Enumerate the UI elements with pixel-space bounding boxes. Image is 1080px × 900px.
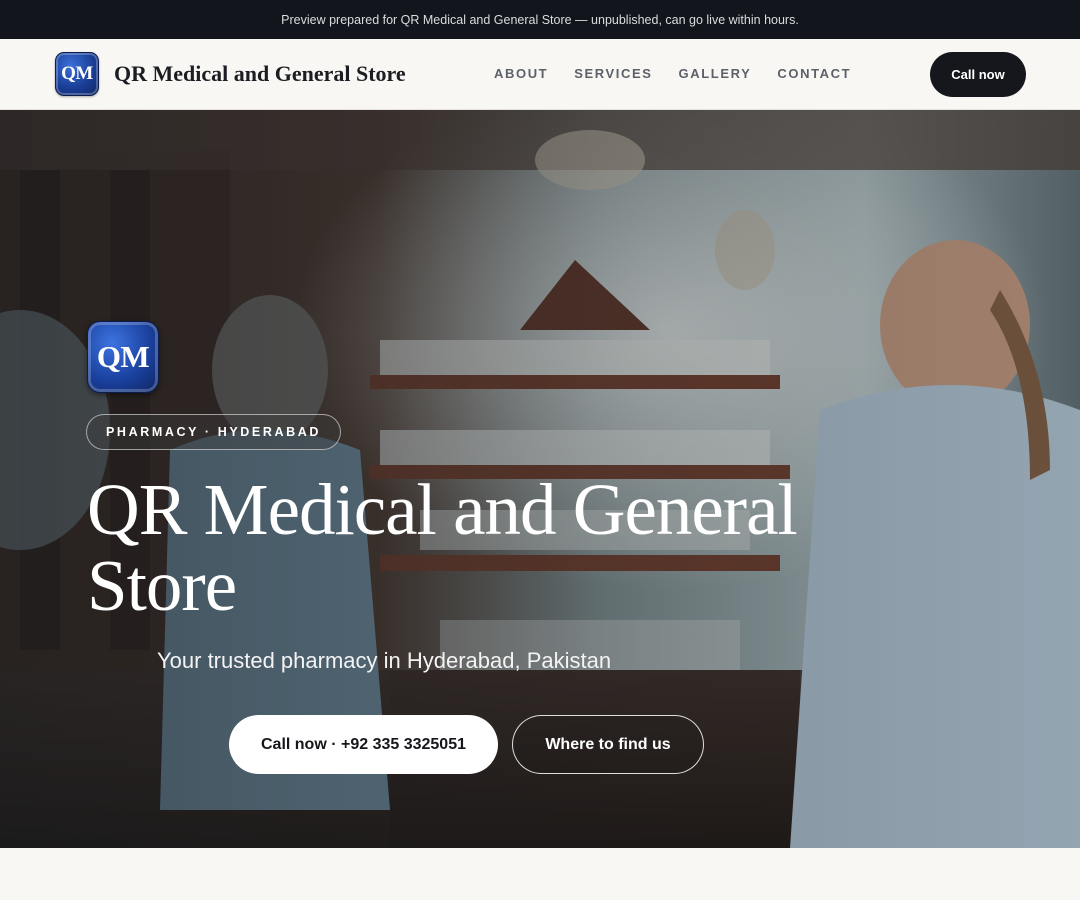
site-header: QM QR Medical and General Store ABOUT SE… [0,39,1080,110]
hero-subtitle: Your trusted pharmacy in Hyderabad, Paki… [157,648,612,673]
below-hero-section [0,848,1080,900]
nav-link-about[interactable]: ABOUT [494,66,548,81]
preview-banner: Preview prepared for QR Medical and Gene… [0,0,1080,39]
hero-title: QR Medical and General Store [87,469,798,626]
hero-section: QM PHARMACY · HYDERABAD QR Medical and G… [0,110,1080,848]
brand-name[interactable]: QR Medical and General Store [114,61,406,87]
nav-link-contact[interactable]: CONTACT [777,66,851,81]
nav-link-gallery[interactable]: GALLERY [679,66,752,81]
logo-icon[interactable]: QM [55,52,99,96]
hero-logo-icon: QM [87,321,159,393]
nav-link-services[interactable]: SERVICES [574,66,652,81]
main-nav: ABOUT SERVICES GALLERY CONTACT [494,66,851,81]
header-call-button[interactable]: Call now [930,52,1026,97]
preview-banner-text: Preview prepared for QR Medical and Gene… [281,12,799,27]
hero-category-tag: PHARMACY · HYDERABAD [86,414,341,450]
hero-call-button[interactable]: Call now · +92 335 3325051 [229,715,498,774]
hero-directions-button[interactable]: Where to find us [512,715,704,774]
